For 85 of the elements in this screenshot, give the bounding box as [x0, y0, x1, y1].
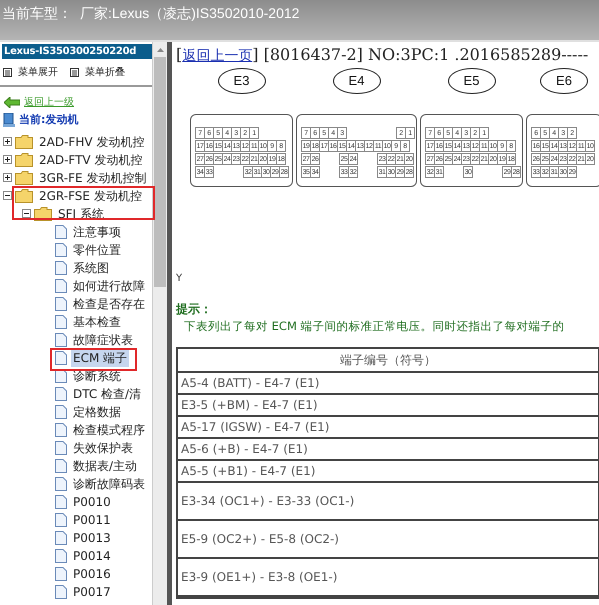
back-arrow-icon — [4, 97, 20, 108]
tree-item[interactable]: 数据表/主动 — [71, 456, 140, 474]
collapse-toggle-icon[interactable] — [22, 209, 31, 218]
connector-label: E4 — [332, 68, 380, 94]
tree-item[interactable]: 故障症状表 — [71, 330, 135, 348]
tree-item[interactable]: P0016 — [71, 564, 113, 582]
document-icon — [55, 494, 67, 508]
connector-label: E6 — [540, 68, 588, 94]
tree-item[interactable]: 定格数据 — [71, 402, 123, 420]
bracket: [ — [176, 45, 182, 64]
document-info: [8016437-2] NO:3PC:1 .2016585289----- — [264, 45, 588, 64]
tree-item[interactable]: 2AD-FHV 发动机控 — [37, 132, 146, 150]
scrollbar[interactable] — [152, 42, 167, 605]
table-cell: A5-4 (BATT) - E4-7 (E1) — [178, 373, 598, 396]
folder-icon — [15, 152, 33, 166]
tree-item[interactable]: 检查模式程序 — [71, 420, 147, 438]
expand-toggle-icon[interactable] — [3, 155, 12, 164]
document-icon — [55, 332, 67, 346]
current-section: 当前:发动机 — [19, 112, 78, 128]
scrollbar-thumb[interactable] — [154, 57, 166, 287]
document-icon — [55, 386, 67, 400]
connector-label: E3 — [218, 68, 266, 94]
menu-command[interactable]: 菜单展开 — [18, 64, 58, 80]
document-icon — [55, 404, 67, 418]
folder-icon — [15, 170, 33, 184]
folder-icon — [15, 188, 33, 202]
back-link[interactable]: 返回上一级 — [24, 95, 74, 110]
tree-item[interactable]: 基本检查 — [71, 312, 123, 330]
computer-icon — [3, 113, 15, 128]
tree-item[interactable]: P0013 — [71, 528, 113, 546]
hint-text: 下表列出了每对 ECM 端子间的标准正常电压。同时还指出了每对端子的 — [184, 318, 566, 335]
table-cell: E3-9 (OE1+) - E3-8 (OE1-) — [178, 559, 598, 598]
marker-text: Y — [176, 272, 184, 286]
tree-item[interactable]: 如何进行故障 — [71, 276, 147, 294]
tree-item[interactable]: P0014 — [71, 546, 113, 564]
column-header: 端子编号（符号） — [178, 349, 598, 374]
document-icon — [55, 242, 67, 256]
document-icon — [55, 314, 67, 328]
document-icon — [55, 548, 67, 562]
table-cell: E5-9 (OC2+) - E5-8 (OC2-) — [178, 521, 598, 560]
table-cell: A5-17 (IGSW) - E4-7 (E1) — [178, 417, 598, 440]
tree-item[interactable]: 2GR-FSE 发动机控 — [37, 186, 144, 204]
document-icon — [55, 422, 67, 436]
document-icon — [55, 458, 67, 472]
tree-item[interactable]: 诊断故障码表 — [71, 474, 147, 492]
menu-list-icon — [3, 68, 12, 76]
tree-item[interactable]: P0010 — [71, 492, 113, 510]
document-icon — [55, 440, 67, 454]
hint-title: 提示： — [176, 301, 213, 318]
tree-item[interactable]: 2AD-FTV 发动机控 — [37, 150, 144, 168]
sidebar-header: Lexus-IS350300250220d — [2, 44, 152, 59]
document-icon — [55, 476, 67, 490]
tree-item[interactable]: DTC 检查/清 — [71, 384, 144, 402]
vehicle-model: 厂家:Lexus（凌志)IS3502010-2012 — [80, 4, 300, 23]
expand-toggle-icon[interactable] — [3, 173, 12, 182]
back-link[interactable]: 返回上一页 — [182, 48, 252, 64]
document-icon — [55, 530, 67, 544]
folder-icon — [15, 134, 33, 148]
bracket: ] — [252, 45, 258, 64]
tree-item[interactable]: 失效保护表 — [71, 438, 135, 456]
document-icon — [55, 296, 67, 310]
document-icon — [55, 566, 67, 580]
tree-item[interactable]: P0017 — [71, 582, 113, 600]
document-icon — [55, 584, 67, 598]
tree-item[interactable]: P0011 — [71, 510, 113, 528]
document-icon — [55, 350, 67, 364]
table-cell: A5-6 (+B) - E4-7 (E1) — [178, 439, 598, 462]
tree-item[interactable]: 系统图 — [71, 258, 111, 276]
menu-list-icon — [70, 68, 79, 76]
collapse-toggle-icon[interactable] — [3, 191, 12, 200]
tree-item[interactable]: 零件位置 — [71, 240, 123, 258]
connector-label: E5 — [448, 68, 496, 94]
tree-item[interactable]: 注意事项 — [71, 222, 123, 240]
table-cell: A5-5 (+B1) - E4-7 (E1) — [178, 461, 598, 484]
document-icon — [55, 260, 67, 274]
document-icon — [55, 278, 67, 292]
title-label: 当前车型： — [2, 4, 72, 23]
document-icon — [55, 224, 67, 238]
tree-item[interactable]: 检查是否存在 — [71, 294, 147, 312]
tree-item[interactable]: 3GR-FE 发动机控制 — [37, 168, 148, 186]
table-cell: E3-5 (+BM) - E4-7 (E1) — [178, 395, 598, 418]
menu-command[interactable]: 菜单折叠 — [85, 64, 125, 80]
table-cell: E3-34 (OC1+) - E3-33 (OC1-) — [178, 483, 598, 522]
document-icon — [55, 512, 67, 526]
expand-toggle-icon[interactable] — [3, 137, 12, 146]
